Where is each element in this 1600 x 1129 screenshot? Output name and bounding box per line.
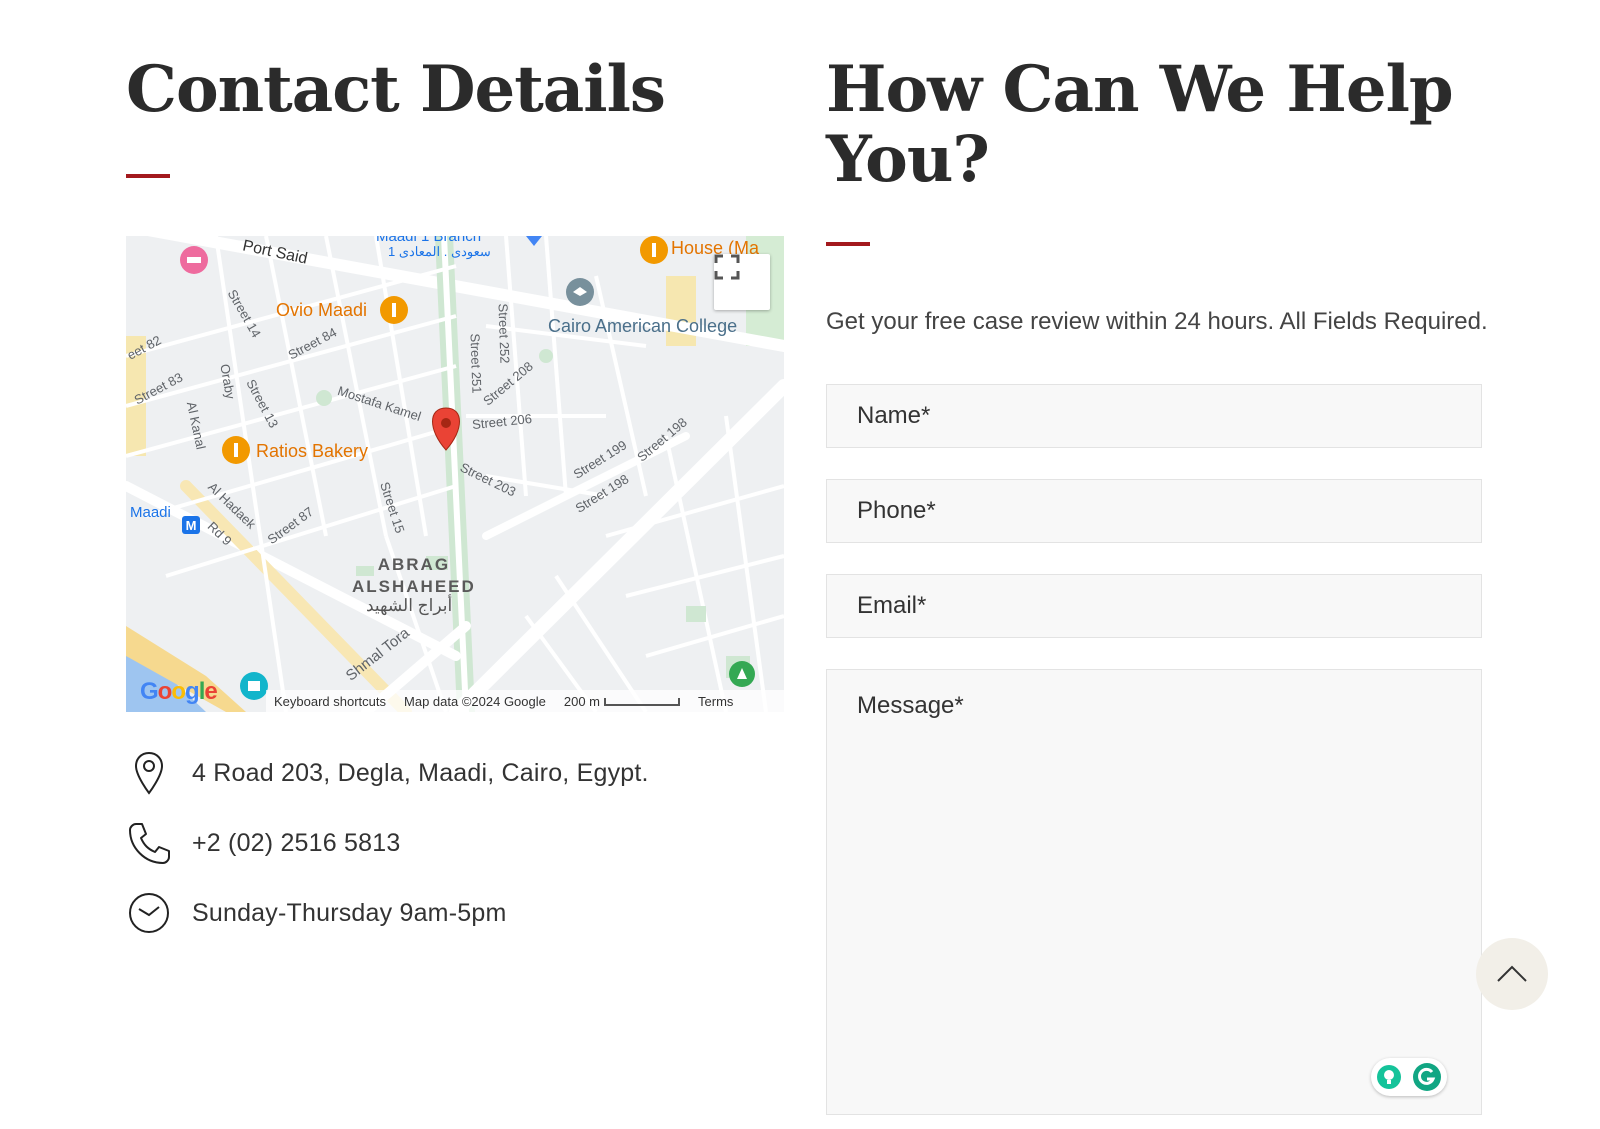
map-label-maadi-branch-ar: سعودى . المعادى 1 <box>388 244 491 259</box>
fullscreen-button[interactable] <box>714 254 770 310</box>
map-label-maadi-metro: Maadi <box>130 504 171 521</box>
grammarly-icon <box>1413 1063 1441 1091</box>
hours-row: Sunday-Thursday 9am-5pm <box>126 890 506 936</box>
contact-details-title: Contact Details <box>126 52 666 127</box>
email-input[interactable]: Email* <box>826 574 1482 638</box>
map-label-area: ABRAG ALSHAHEED <box>352 555 476 596</box>
phone-text[interactable]: +2 (02) 2516 5813 <box>192 829 400 858</box>
lightbulb-icon <box>1377 1065 1401 1089</box>
grammarly-widget[interactable] <box>1371 1058 1447 1096</box>
phone-input[interactable]: Phone* <box>826 479 1482 543</box>
location-pin-icon <box>126 750 172 796</box>
form-title: How Can We Help You? <box>826 52 1454 197</box>
embedded-map[interactable]: M Port Said Maadi 1 Branch سعودى . المعا… <box>126 236 784 712</box>
map-data-attribution: Map data ©2024 Google <box>404 693 546 709</box>
name-placeholder: Name* <box>857 402 931 429</box>
chevron-up-icon <box>1497 965 1527 982</box>
map-label-area-ar: أبراج الشهيد <box>366 596 453 615</box>
address-row: 4 Road 203, Degla, Maadi, Cairo, Egypt. <box>126 750 649 796</box>
map-label-cairo-american-college: Cairo American College <box>548 316 738 336</box>
scroll-to-top-button[interactable] <box>1476 938 1548 1010</box>
map-label-street-252: Street 252 <box>495 303 513 364</box>
phone-row: +2 (02) 2516 5813 <box>126 820 400 866</box>
message-textarea[interactable]: Message* <box>826 669 1482 1115</box>
map-label-street-251: Street 251 <box>467 333 485 394</box>
form-title-underline <box>826 242 870 246</box>
map-label-ratios-bakery: Ratios Bakery <box>256 441 369 461</box>
map-scale: 200 m <box>564 694 681 709</box>
address-text: 4 Road 203, Degla, Maadi, Cairo, Egypt. <box>192 758 649 787</box>
form-intro-text: Get your free case review within 24 hour… <box>826 308 1488 335</box>
fullscreen-icon <box>714 254 740 280</box>
map-roads: M <box>126 236 784 712</box>
map-footer: Keyboard shortcuts Map data ©2024 Google… <box>266 690 784 712</box>
map-label-ovio-maadi: Ovio Maadi <box>276 300 368 320</box>
message-placeholder: Message* <box>857 692 964 719</box>
name-input[interactable]: Name* <box>826 384 1482 448</box>
keyboard-shortcuts-link[interactable]: Keyboard shortcuts <box>274 694 386 709</box>
google-logo: Google <box>140 678 218 705</box>
clock-icon <box>126 890 172 936</box>
email-placeholder: Email* <box>857 592 927 619</box>
terms-link[interactable]: Terms <box>698 694 733 709</box>
hours-text: Sunday-Thursday 9am-5pm <box>192 898 507 927</box>
svg-text:M: M <box>186 518 197 533</box>
phone-placeholder: Phone* <box>857 497 936 524</box>
phone-icon <box>126 820 172 866</box>
title-underline <box>126 174 170 178</box>
